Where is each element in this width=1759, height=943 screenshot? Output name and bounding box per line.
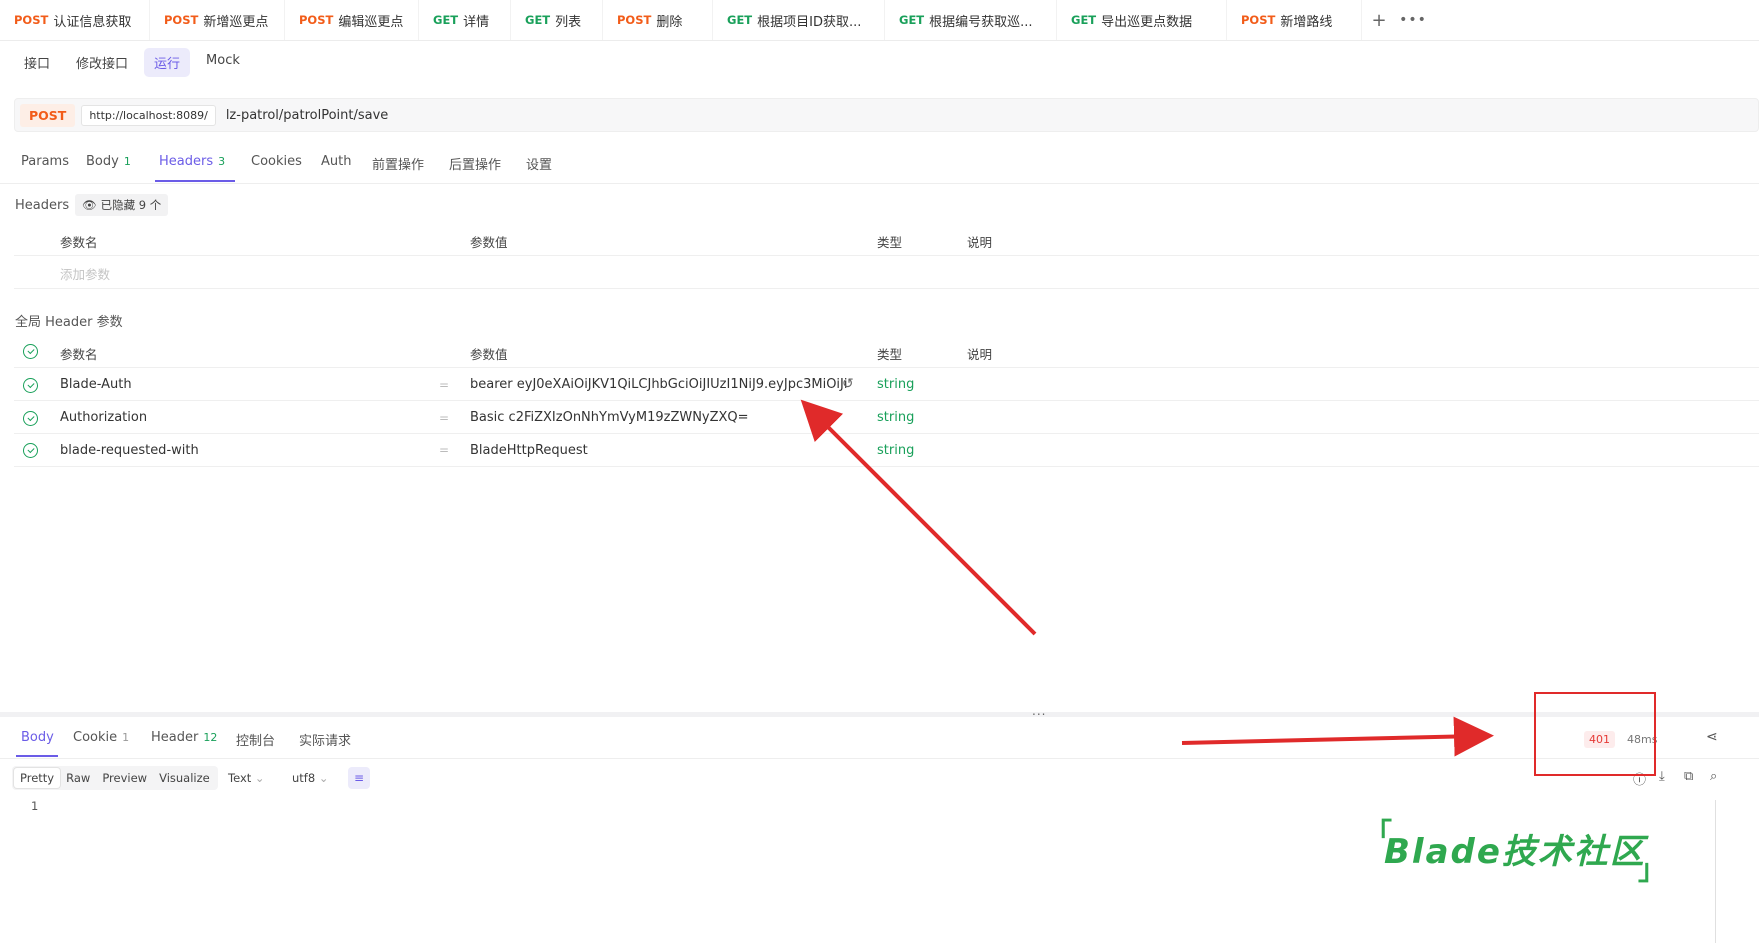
arrow-to-token: [800, 399, 1037, 636]
watermark: Blade技术社区: [1384, 832, 1646, 872]
watermark-bracket-right: 」: [1638, 853, 1667, 886]
annotation-arrows: [800, 399, 1494, 757]
arrow-to-status: [1181, 716, 1494, 757]
